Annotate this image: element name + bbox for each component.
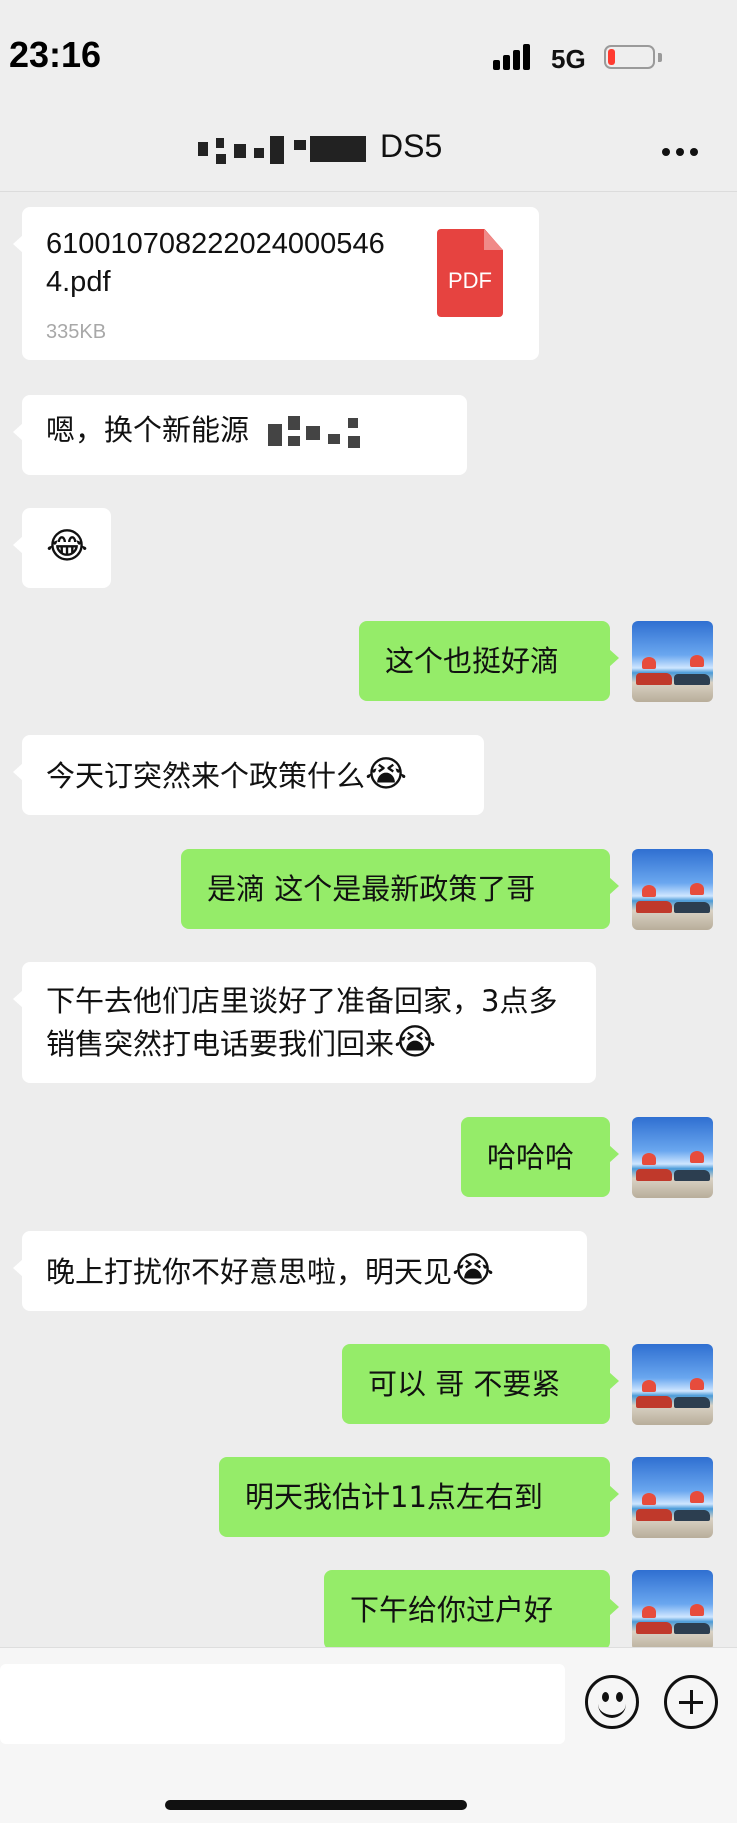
file-name: 6100107082220240005464.pdf: [46, 228, 385, 298]
crying-emoji: 😭: [452, 1250, 495, 1291]
message-outgoing[interactable]: 哈哈哈: [461, 1117, 619, 1197]
input-bar: [0, 1647, 737, 1823]
message-text: 明天我估计11点左右到: [245, 1480, 543, 1514]
status-time: 23:16: [9, 34, 102, 75]
user-avatar[interactable]: [632, 621, 713, 702]
user-avatar[interactable]: [632, 1117, 713, 1198]
message-text: 是滴 这个是最新政策了哥: [207, 872, 536, 906]
message-text: 这个也挺好滴: [385, 644, 560, 678]
message-outgoing[interactable]: 这个也挺好滴: [359, 621, 619, 701]
more-dots-icon[interactable]: [662, 148, 702, 158]
file-size: 335KB: [46, 321, 107, 343]
message-text: 下午给你过户好: [350, 1593, 554, 1627]
signal-icon: [493, 44, 537, 70]
message-outgoing[interactable]: 明天我估计11点左右到: [219, 1457, 619, 1537]
user-avatar[interactable]: [632, 1570, 713, 1651]
message-outgoing[interactable]: 是滴 这个是最新政策了哥: [181, 849, 619, 929]
crying-emoji: 😭: [365, 754, 408, 795]
message-incoming[interactable]: 下午去他们店里谈好了准备回家，3点多销售突然打电话要我们回来😭: [13, 962, 596, 1083]
message-incoming[interactable]: 晚上打扰你不好意思啦，明天见😭: [13, 1231, 587, 1311]
message-text: 晚上打扰你不好意思啦，明天见: [46, 1255, 453, 1289]
message-text: 今天订突然来个政策什么: [46, 759, 366, 793]
message-incoming[interactable]: 今天订突然来个政策什么😭: [13, 735, 484, 815]
plus-circle-icon[interactable]: [664, 1675, 718, 1729]
masked-contact-name: [198, 136, 378, 166]
battery-icon: [604, 45, 655, 69]
user-avatar[interactable]: [632, 1344, 713, 1425]
crying-emoji: 😭: [394, 1022, 437, 1063]
message-text: 哈哈哈: [487, 1140, 575, 1174]
message-incoming[interactable]: 😂: [13, 508, 111, 588]
status-bar: 23:16 5G: [0, 0, 737, 112]
user-avatar[interactable]: [632, 1457, 713, 1538]
message-incoming[interactable]: 嗯，换个新能源: [13, 395, 467, 475]
chat-header: DS5: [0, 112, 737, 192]
message-outgoing[interactable]: 可以 哥 不要紧: [342, 1344, 619, 1424]
mosaic-redaction: [258, 412, 378, 452]
message-input[interactable]: [0, 1664, 565, 1744]
battery-cap: [658, 53, 662, 62]
network-type: 5G: [551, 44, 586, 74]
home-indicator: [165, 1800, 467, 1810]
pdf-icon-label: PDF: [448, 268, 492, 293]
laughing-tears-emoji: 😂: [46, 526, 89, 567]
message-outgoing[interactable]: 下午给你过户好: [324, 1570, 619, 1650]
message-text: 下午去他们店里谈好了准备回家，3点多销售突然打电话要我们回来: [46, 984, 558, 1061]
message-text: 嗯，换个新能源: [46, 413, 250, 447]
user-avatar[interactable]: [632, 849, 713, 930]
chat-title: DS5: [380, 128, 443, 164]
smiley-icon[interactable]: [585, 1675, 639, 1729]
message-file[interactable]: 6100107082220240005464.pdf 335KB PDF: [13, 207, 539, 360]
message-text: 可以 哥 不要紧: [368, 1367, 561, 1401]
